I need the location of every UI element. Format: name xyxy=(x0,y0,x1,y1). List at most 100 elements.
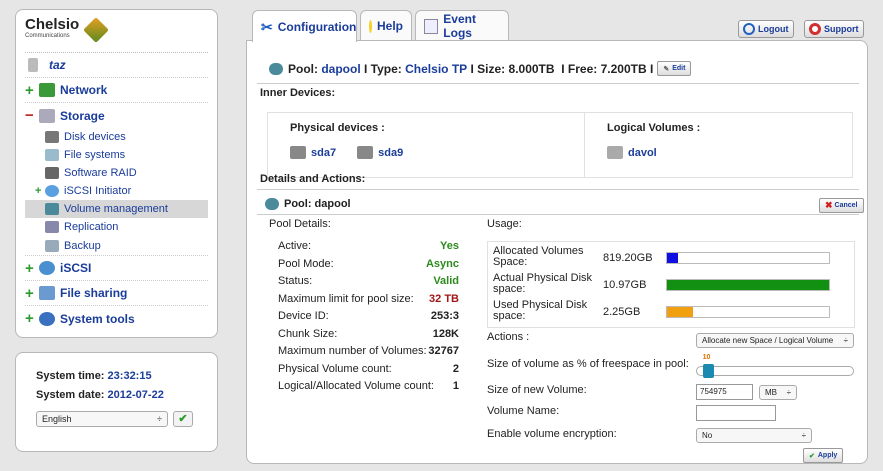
system-tools-icon xyxy=(39,311,55,326)
expand-icon[interactable]: + xyxy=(25,285,39,302)
select-arrows-icon: ÷ xyxy=(801,431,806,440)
encryption-select[interactable]: No ÷ xyxy=(696,428,812,443)
language-row: English ÷ ✔ xyxy=(36,411,197,427)
volume-size-input[interactable]: 754975 xyxy=(696,384,753,400)
usage-label: Used Physical Disk space: xyxy=(493,300,587,322)
pool-free: 7.200TB xyxy=(600,61,647,76)
system-info-panel: System time: 23:32:15 System date: 2012-… xyxy=(15,352,218,452)
raid-icon xyxy=(45,167,59,179)
support-button[interactable]: Support xyxy=(804,20,864,38)
tab-configuration[interactable]: ✂ Configuration xyxy=(252,10,357,42)
logo-text: Chelsio xyxy=(25,16,80,33)
expand-icon[interactable]: + xyxy=(35,185,45,197)
sidebar-item-software-raid[interactable]: Software RAID xyxy=(25,164,208,182)
language-value: English xyxy=(42,414,72,424)
file-systems-icon xyxy=(45,149,59,161)
pool-detail-label: Device ID: xyxy=(278,310,329,322)
pool-size-label: I Size: xyxy=(470,61,506,76)
tab-label: Event Logs xyxy=(443,12,476,40)
sidebar-item-backup[interactable]: Backup xyxy=(25,236,208,256)
expand-icon[interactable]: + xyxy=(25,82,39,99)
file-sharing-icon xyxy=(39,286,55,300)
sidebar: Chelsio Communications taz + Network − Stor… xyxy=(15,9,218,338)
volume-name-input[interactable] xyxy=(696,405,776,421)
usage-bar-fill xyxy=(667,307,693,317)
usage-bar-fill xyxy=(667,280,829,290)
tab-event-logs[interactable]: Event Logs xyxy=(415,10,509,41)
sidebar-item-label: System tools xyxy=(60,311,135,326)
sidebar-item-host[interactable]: taz xyxy=(25,53,208,78)
volume-percent-slider[interactable]: 10 xyxy=(696,354,854,378)
cancel-label: Cancel xyxy=(834,202,858,209)
physical-devices-column: Physical devices : sda7 sda9 xyxy=(268,113,585,177)
sidebar-item-label: Storage xyxy=(60,108,105,123)
device-label: sda9 xyxy=(378,146,404,159)
system-date-value: 2012-07-22 xyxy=(107,389,164,401)
storage-icon xyxy=(39,108,55,123)
actions-select[interactable]: Allocate new Space / Logical Volume ÷ xyxy=(696,333,854,348)
disk-icon xyxy=(357,146,374,159)
pool-detail-value: Valid xyxy=(433,275,459,287)
cancel-icon: ✖ xyxy=(825,200,833,210)
language-select[interactable]: English ÷ xyxy=(36,411,168,427)
sidebar-item-disk-devices[interactable]: Disk devices xyxy=(25,128,208,146)
sidebar-item-file-systems[interactable]: File systems xyxy=(25,146,208,164)
tab-help[interactable]: Help xyxy=(360,10,412,41)
apply-button[interactable]: ✔ Apply xyxy=(803,448,844,463)
sidebar-item-file-sharing[interactable]: + File sharing xyxy=(25,281,208,306)
sidebar-item-label: Disk devices xyxy=(64,131,126,143)
sidebar-item-volume-management[interactable]: Volume management xyxy=(25,200,208,218)
pool-label: Pool: xyxy=(288,61,318,76)
slider-handle[interactable] xyxy=(702,364,714,378)
usage-panel: Allocated Volumes Space: 819.20GB Actual Ph… xyxy=(487,241,855,328)
language-apply-button[interactable]: ✔ xyxy=(173,411,193,427)
network-icon xyxy=(39,83,55,97)
sidebar-item-label: File sharing xyxy=(60,286,128,300)
sidebar-item-iscsi-initiator[interactable]: + iSCSI Initiator xyxy=(25,182,208,200)
cancel-button[interactable]: ✖ Cancel xyxy=(819,198,864,213)
sidebar-item-label: Backup xyxy=(64,239,101,252)
pool-detail-value: 1 xyxy=(452,380,459,392)
sidebar-item-storage[interactable]: − Storage xyxy=(25,103,208,128)
logical-volume-davol[interactable]: davol xyxy=(607,146,657,159)
physical-device-sda7[interactable]: sda7 xyxy=(290,146,336,159)
disk-icon xyxy=(290,146,306,159)
apply-label: Apply xyxy=(817,452,838,459)
volume-percent-label: Size of volume as % of freespace in pool… xyxy=(487,358,689,370)
sidebar-item-iscsi[interactable]: + iSCSI xyxy=(25,256,208,281)
usage-label: Actual Physical Disk space: xyxy=(493,273,592,295)
sidebar-item-system-tools[interactable]: + System tools xyxy=(25,306,208,331)
edit-label: Edit xyxy=(672,65,686,72)
logical-volumes-title: Logical Volumes : xyxy=(607,122,701,134)
collapse-icon[interactable]: − xyxy=(25,107,39,124)
expand-icon[interactable]: + xyxy=(25,260,39,277)
volume-label: davol xyxy=(628,146,657,159)
volume-name-label: Volume Name: xyxy=(487,405,560,417)
volume-icon xyxy=(607,146,623,159)
unit-select[interactable]: MB ÷ xyxy=(759,385,797,400)
edit-button[interactable]: ✎ Edit xyxy=(657,61,692,76)
pool-detail-label: Physical Volume count: xyxy=(278,362,392,375)
sidebar-item-replication[interactable]: Replication xyxy=(25,218,208,236)
actions-label: Actions : xyxy=(487,331,530,343)
host-label: taz xyxy=(49,58,66,72)
usage-label-line2: space: xyxy=(493,310,526,322)
pool-detail-value: 253:3 xyxy=(430,310,459,322)
pool-detail-label: Pool Mode: xyxy=(278,257,334,270)
unit-value: MB xyxy=(765,388,777,397)
logout-button[interactable]: Logout xyxy=(738,20,794,38)
usage-bar-fill xyxy=(667,253,679,263)
sidebar-item-label: iSCSI xyxy=(60,261,92,275)
select-arrows-icon: ÷ xyxy=(786,388,791,397)
lifebuoy-icon xyxy=(809,23,821,35)
sidebar-item-label: Network xyxy=(60,83,108,97)
inner-devices-title: Inner Devices: xyxy=(260,87,336,99)
pool-detail-label: Maximum limit for pool size: xyxy=(278,292,414,305)
physical-device-sda9[interactable]: sda9 xyxy=(357,146,403,159)
sidebar-item-network[interactable]: + Network xyxy=(25,78,208,103)
iscsi-initiator-icon xyxy=(45,185,59,197)
system-time: System time: 23:32:15 xyxy=(36,367,197,386)
replication-icon xyxy=(45,221,59,233)
checkmark-icon: ✔ xyxy=(809,452,815,460)
expand-icon[interactable]: + xyxy=(25,310,39,327)
